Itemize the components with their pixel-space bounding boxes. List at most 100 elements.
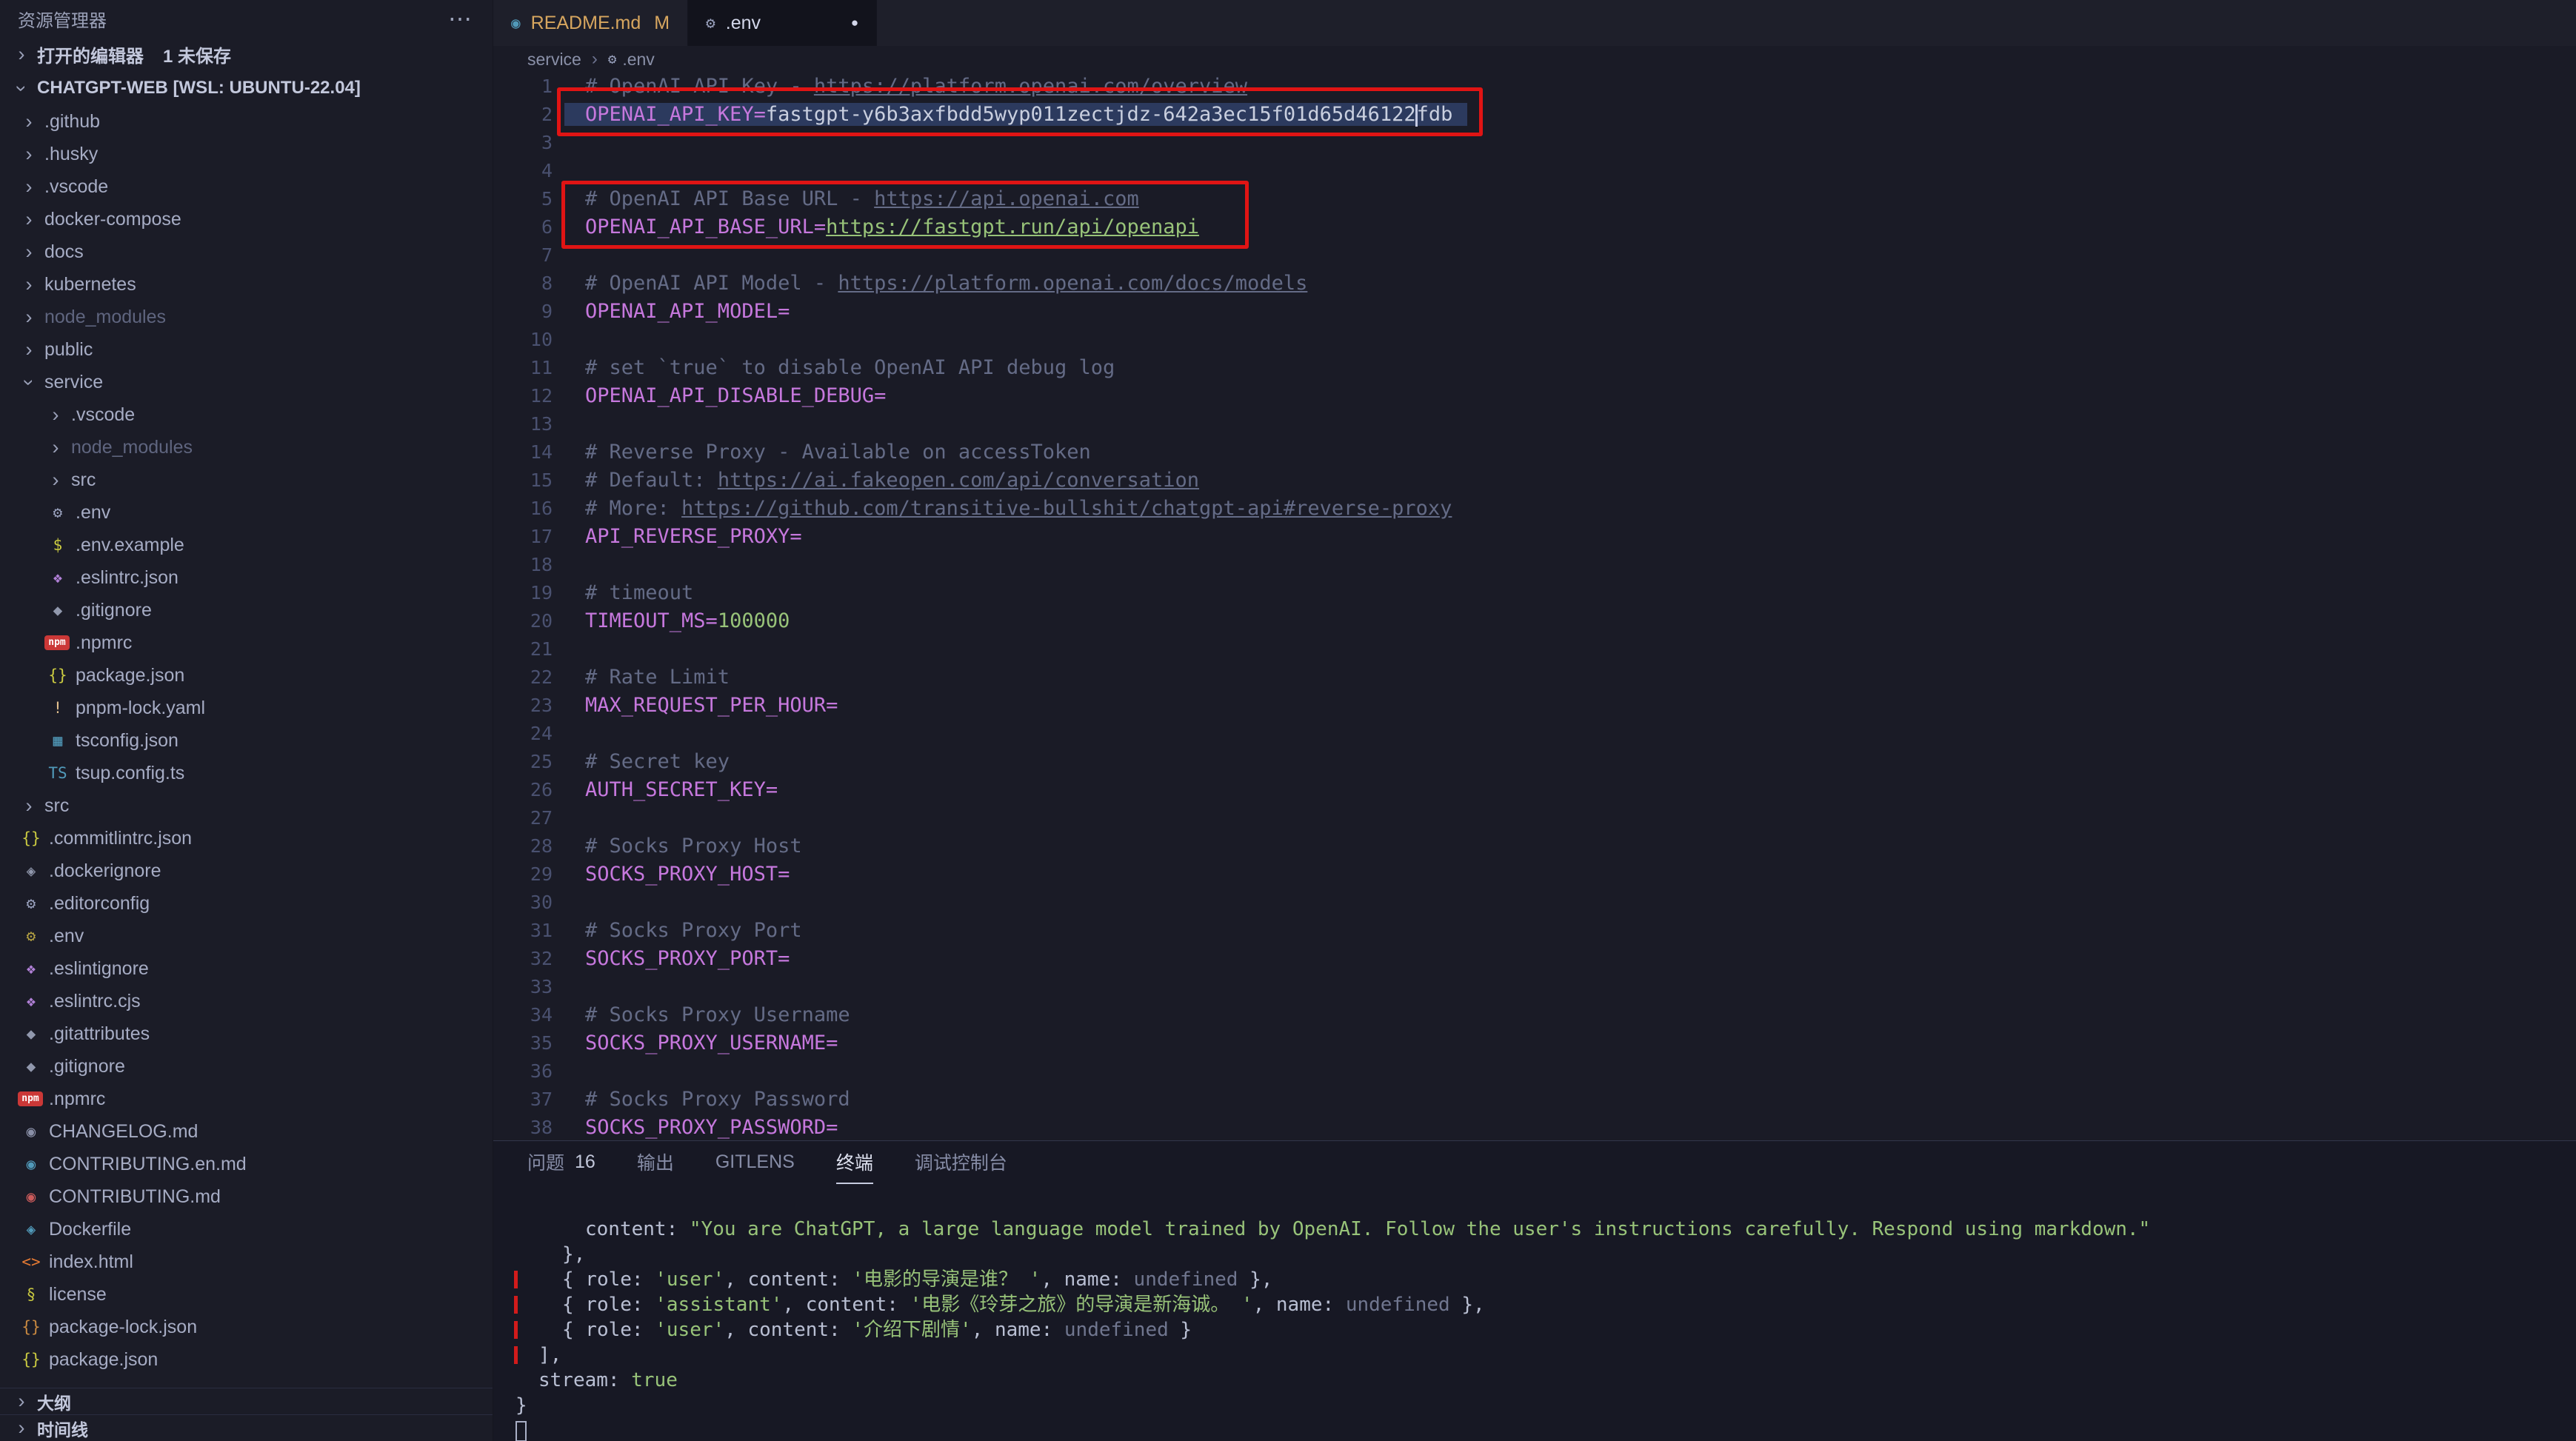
tree-file-.eslintignore[interactable]: ❖.eslintignore <box>0 952 493 985</box>
tree-folder-.github[interactable]: ›.github <box>0 105 493 138</box>
tree-file-tsup.config.ts[interactable]: TStsup.config.ts <box>0 757 493 789</box>
tree-file-.gitattributes[interactable]: ◆.gitattributes <box>0 1017 493 1050</box>
chevron-right-icon: › <box>18 208 40 231</box>
tree-file-package.json[interactable]: {}package.json <box>0 659 493 692</box>
code-line-21[interactable]: 21 <box>493 635 2576 663</box>
tree-file-.env[interactable]: ⚙.env <box>0 496 493 529</box>
tree-folder-public[interactable]: ›public <box>0 333 493 366</box>
chevron-right-icon: › <box>592 49 598 70</box>
panel-tab-问题[interactable]: 问题16 <box>527 1141 595 1184</box>
code-line-22[interactable]: 22# Rate Limit <box>493 663 2576 692</box>
code-line-26[interactable]: 26AUTH_SECRET_KEY= <box>493 776 2576 804</box>
tree-file-.npmrc[interactable]: npm.npmrc <box>0 626 493 659</box>
tree-folder-src[interactable]: ›src <box>0 789 493 822</box>
sidebar-section-时间线[interactable]: ›时间线 <box>0 1414 493 1441</box>
code-line-38[interactable]: 38SOCKS_PROXY_PASSWORD= <box>493 1114 2576 1140</box>
breadcrumb-item-.env[interactable]: ⚙.env <box>608 50 655 70</box>
tree-file-package-lock.json[interactable]: {}package-lock.json <box>0 1311 493 1343</box>
tree-file-.npmrc[interactable]: npm.npmrc <box>0 1083 493 1115</box>
code-line-23[interactable]: 23MAX_REQUEST_PER_HOUR= <box>493 692 2576 720</box>
tree-folder-.vscode[interactable]: ›.vscode <box>0 170 493 203</box>
tree-file-CHANGELOG.md[interactable]: ◉CHANGELOG.md <box>0 1115 493 1148</box>
tree-file-CONTRIBUTING.en.md[interactable]: ◉CONTRIBUTING.en.md <box>0 1148 493 1180</box>
more-actions-icon[interactable]: ⋯ <box>448 4 472 33</box>
code-line-3[interactable]: 3 <box>493 129 2576 157</box>
code-line-1[interactable]: 1# OpenAI API Key - https://platform.ope… <box>493 73 2576 101</box>
code-line-11[interactable]: 11# set `true` to disable OpenAI API deb… <box>493 354 2576 382</box>
tree-file-.editorconfig[interactable]: ⚙.editorconfig <box>0 887 493 920</box>
chevron-right-icon: › <box>44 404 67 427</box>
tree-file-.gitignore[interactable]: ◆.gitignore <box>0 1050 493 1083</box>
code-line-5[interactable]: 5# OpenAI API Base URL - https://api.ope… <box>493 185 2576 213</box>
code-line-29[interactable]: 29SOCKS_PROXY_HOST= <box>493 860 2576 889</box>
code-line-36[interactable]: 36 <box>493 1057 2576 1086</box>
tree-file-CONTRIBUTING.md[interactable]: ◉CONTRIBUTING.md <box>0 1180 493 1213</box>
tree-file-.commitlintrc.json[interactable]: {}.commitlintrc.json <box>0 822 493 855</box>
code-line-25[interactable]: 25# Secret key <box>493 748 2576 776</box>
tree-folder-src[interactable]: ›src <box>0 464 493 496</box>
tree-file-package.json[interactable]: {}package.json <box>0 1343 493 1376</box>
tree-folder-node_modules[interactable]: ›node_modules <box>0 301 493 333</box>
tree-folder-service[interactable]: ›service <box>0 366 493 398</box>
tree-folder-docs[interactable]: ›docs <box>0 235 493 268</box>
tree-file-index.html[interactable]: <>index.html <box>0 1246 493 1278</box>
panel-tab-label: 问题 <box>527 1149 564 1175</box>
tree-file-.eslintrc.json[interactable]: ❖.eslintrc.json <box>0 561 493 594</box>
code-line-31[interactable]: 31# Socks Proxy Port <box>493 917 2576 945</box>
tree-folder-docker-compose[interactable]: ›docker-compose <box>0 203 493 235</box>
code-line-33[interactable]: 33 <box>493 973 2576 1001</box>
code-line-2[interactable]: 2OPENAI_API_KEY=fastgpt-y6b3axfbdd5wyp01… <box>493 101 2576 129</box>
tree-folder-.husky[interactable]: ›.husky <box>0 138 493 170</box>
code-line-8[interactable]: 8# OpenAI API Model - https://platform.o… <box>493 270 2576 298</box>
tree-file-.dockerignore[interactable]: ◈.dockerignore <box>0 855 493 887</box>
workspace-header[interactable]: › CHATGPT-WEB [WSL: UBUNTU-22.04] <box>0 71 493 105</box>
code-line-12[interactable]: 12OPENAI_API_DISABLE_DEBUG= <box>493 382 2576 410</box>
code-line-24[interactable]: 24 <box>493 720 2576 748</box>
panel-tab-GITLENS[interactable]: GITLENS <box>715 1141 795 1184</box>
tab-README.md[interactable]: ◉README.mdM <box>493 0 688 46</box>
tree-file-Dockerfile[interactable]: ◈Dockerfile <box>0 1213 493 1246</box>
sidebar-section-大纲[interactable]: ›大纲 <box>0 1388 493 1414</box>
code-line-19[interactable]: 19# timeout <box>493 579 2576 607</box>
code-line-10[interactable]: 10 <box>493 326 2576 354</box>
tree-folder-.vscode[interactable]: ›.vscode <box>0 398 493 431</box>
panel-tab-调试控制台[interactable]: 调试控制台 <box>915 1141 1007 1184</box>
code-line-9[interactable]: 9OPENAI_API_MODEL= <box>493 298 2576 326</box>
panel-tab-输出[interactable]: 输出 <box>637 1141 674 1184</box>
code-line-15[interactable]: 15# Default: https://ai.fakeopen.com/api… <box>493 467 2576 495</box>
code-line-14[interactable]: 14# Reverse Proxy - Available on accessT… <box>493 438 2576 467</box>
code-line-30[interactable]: 30 <box>493 889 2576 917</box>
tree-item-label: CONTRIBUTING.en.md <box>49 1154 247 1175</box>
code-line-16[interactable]: 16# More: https://github.com/transitive-… <box>493 495 2576 523</box>
terminal-output[interactable]: content: "You are ChatGPT, a large langu… <box>493 1184 2576 1441</box>
breadcrumb-item-service[interactable]: service <box>527 50 581 70</box>
tree-file-.env[interactable]: ⚙.env <box>0 920 493 952</box>
tree-file-.gitignore[interactable]: ◆.gitignore <box>0 594 493 626</box>
tree-folder-kubernetes[interactable]: ›kubernetes <box>0 268 493 301</box>
code-line-28[interactable]: 28# Socks Proxy Host <box>493 832 2576 860</box>
tree-folder-node_modules[interactable]: ›node_modules <box>0 431 493 464</box>
code-line-17[interactable]: 17API_REVERSE_PROXY= <box>493 523 2576 551</box>
tree-file-license[interactable]: §license <box>0 1278 493 1311</box>
code-line-20[interactable]: 20TIMEOUT_MS=100000 <box>493 607 2576 635</box>
code-line-13[interactable]: 13 <box>493 410 2576 438</box>
tree-file-.eslintrc.cjs[interactable]: ❖.eslintrc.cjs <box>0 985 493 1017</box>
sidebar-title: 资源管理器 <box>18 6 107 32</box>
code-line-6[interactable]: 6OPENAI_API_BASE_URL=https://fastgpt.run… <box>493 213 2576 241</box>
code-line-18[interactable]: 18 <box>493 551 2576 579</box>
code-line-35[interactable]: 35SOCKS_PROXY_USERNAME= <box>493 1029 2576 1057</box>
code-line-7[interactable]: 7 <box>493 241 2576 270</box>
code-line-34[interactable]: 34# Socks Proxy Username <box>493 1001 2576 1029</box>
tree-file-.env.example[interactable]: $.env.example <box>0 529 493 561</box>
tree-file-pnpm-lock.yaml[interactable]: !pnpm-lock.yaml <box>0 692 493 724</box>
tab-.env[interactable]: ⚙.env● <box>688 0 877 46</box>
tree-file-tsconfig.json[interactable]: ▦tsconfig.json <box>0 724 493 757</box>
open-editors-header[interactable]: › 打开的编辑器 1 未保存 <box>0 37 493 71</box>
code-line-4[interactable]: 4 <box>493 157 2576 185</box>
code-line-32[interactable]: 32SOCKS_PROXY_PORT= <box>493 945 2576 973</box>
code-line-27[interactable]: 27 <box>493 804 2576 832</box>
panel-tab-终端[interactable]: 终端 <box>836 1141 873 1184</box>
editor-pane[interactable]: 1# OpenAI API Key - https://platform.ope… <box>493 73 2576 1140</box>
line-number: 12 <box>493 382 553 410</box>
code-line-37[interactable]: 37# Socks Proxy Password <box>493 1086 2576 1114</box>
